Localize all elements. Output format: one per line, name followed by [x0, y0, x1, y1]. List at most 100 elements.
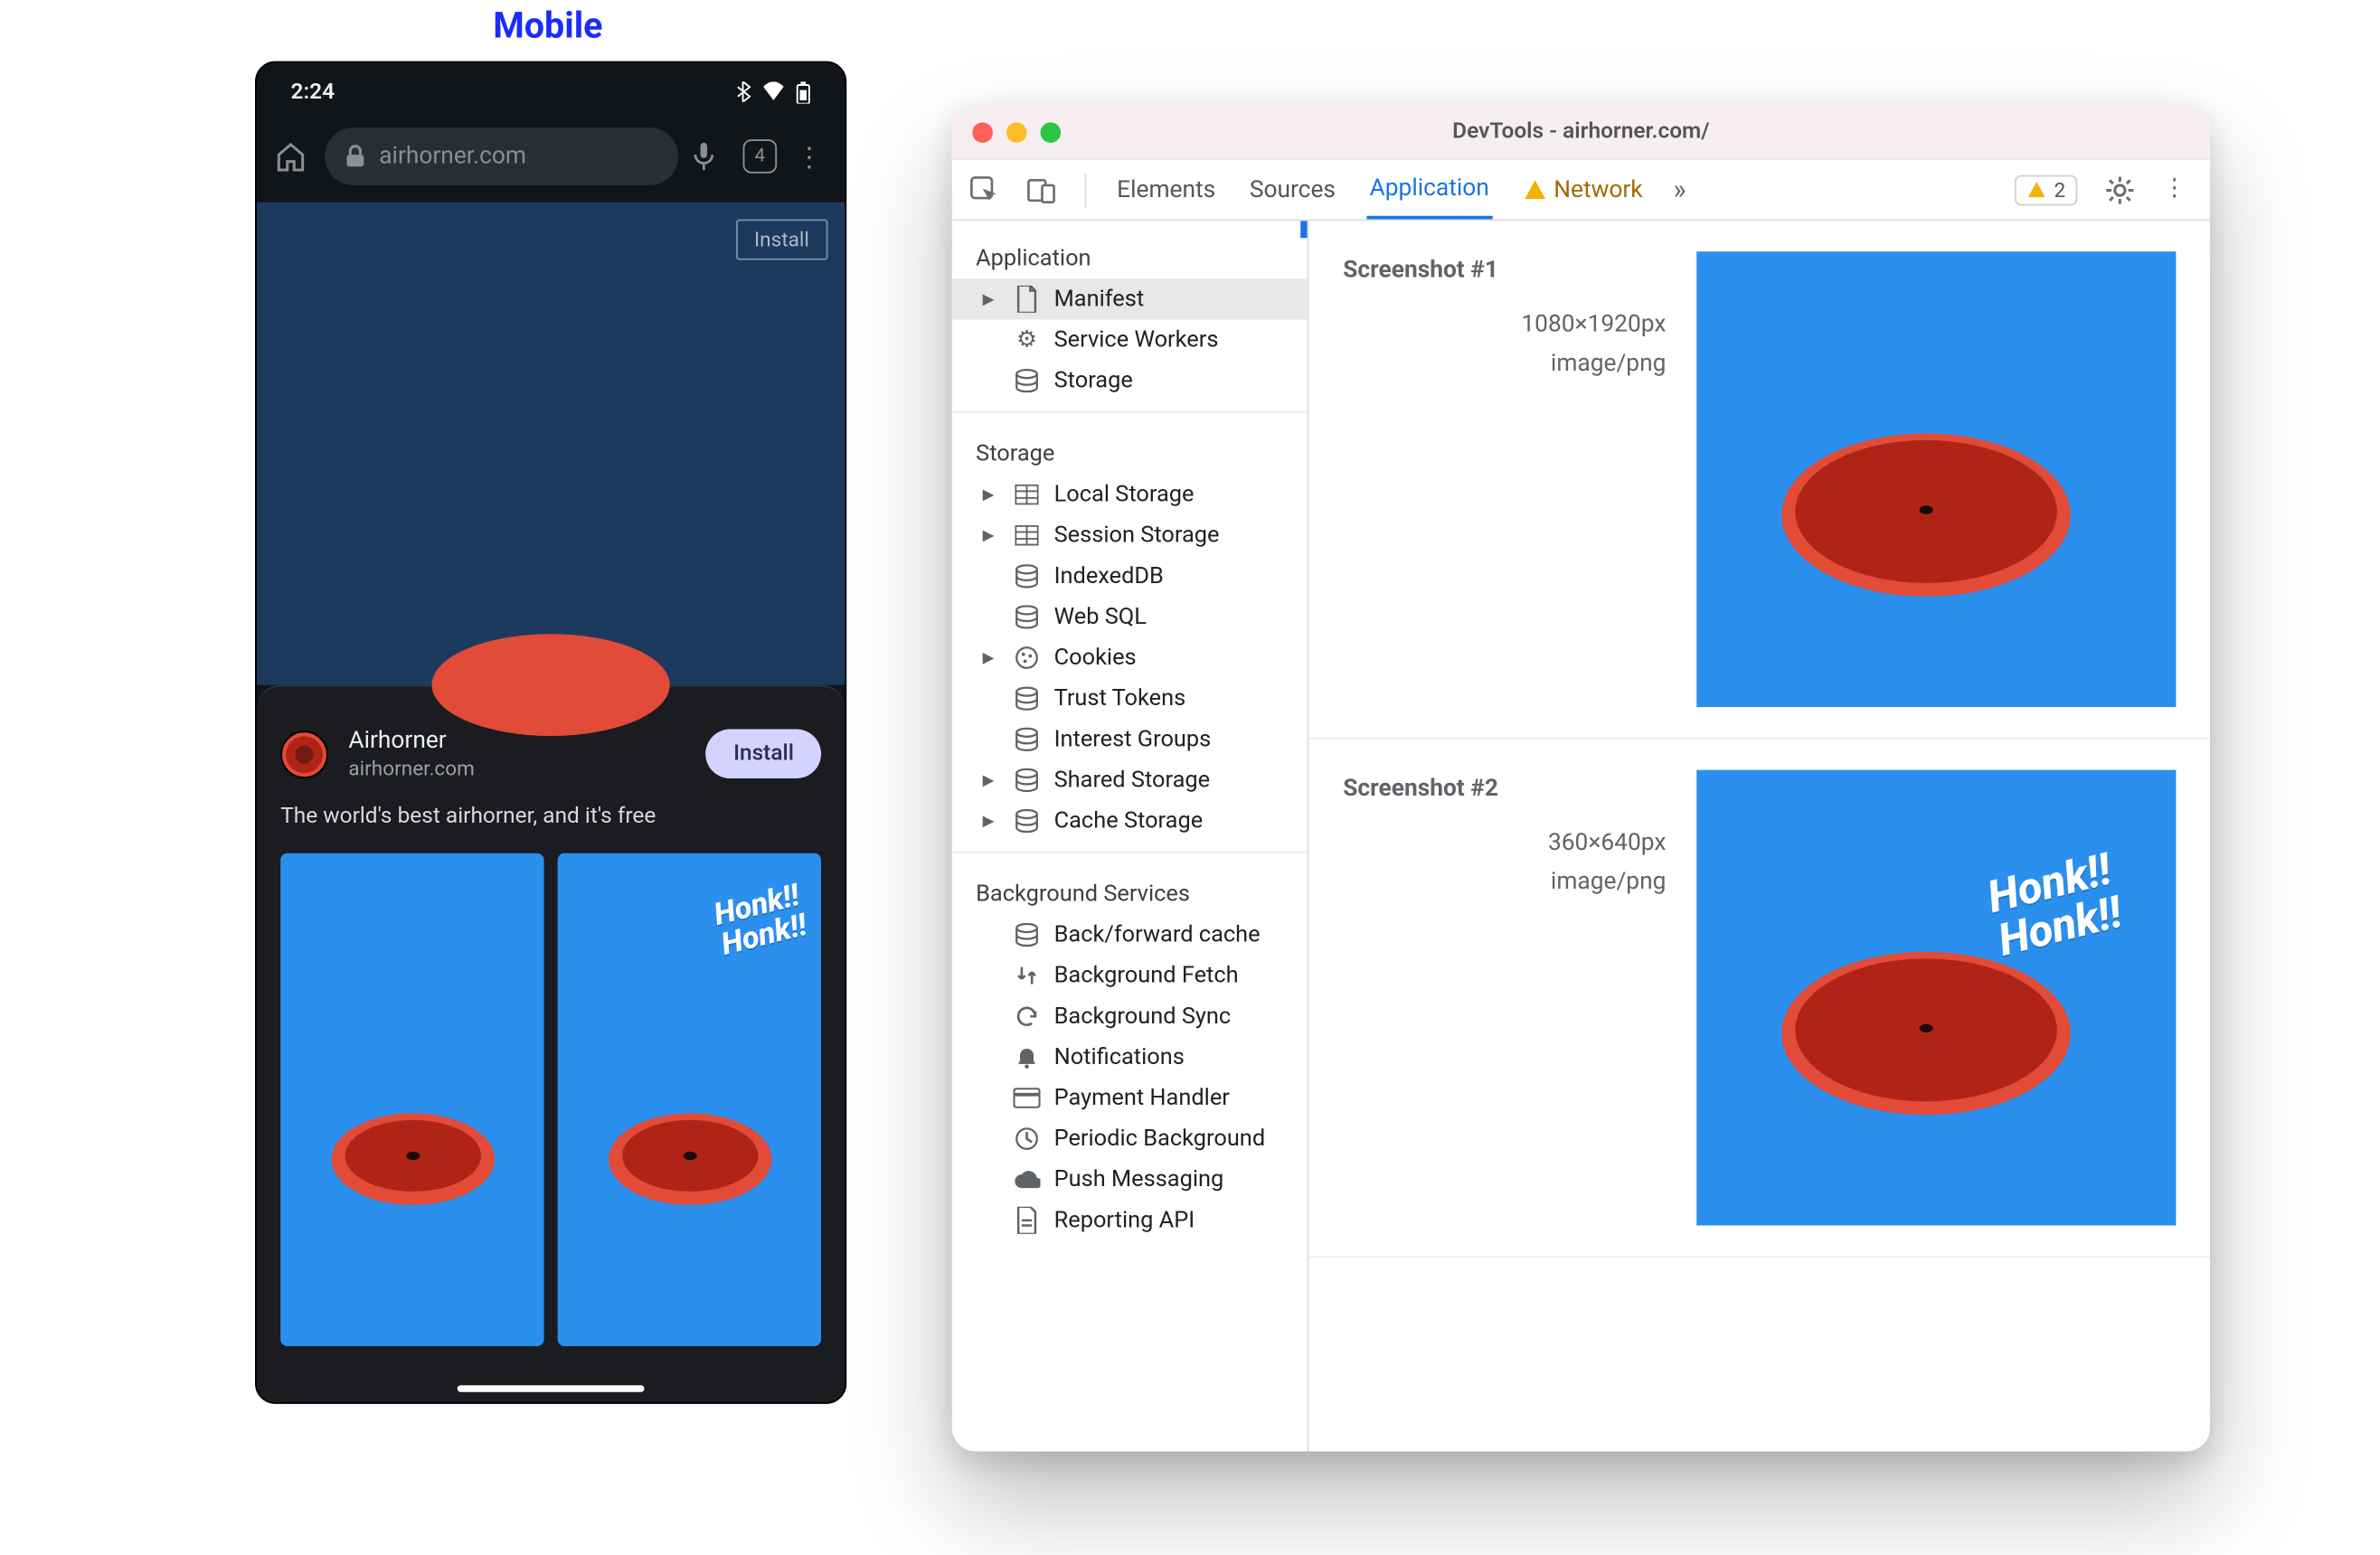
install-button[interactable]: Install	[706, 730, 821, 779]
devtools-window: DevTools - airhorner.com/ Elements Sourc…	[952, 106, 2210, 1452]
status-time: 2:24	[290, 79, 335, 104]
screenshot-mime: image/png	[1343, 344, 1666, 382]
tab-network[interactable]: Network	[1520, 163, 1647, 217]
screenshot-row-2: Screenshot #2 360×640px image/png Honk!!…	[1309, 740, 2210, 1258]
database-icon	[1013, 685, 1040, 712]
sync-icon	[1013, 1003, 1040, 1030]
item-shared-storage[interactable]: ▸Shared Storage	[952, 759, 1308, 800]
cloud-icon	[1013, 1166, 1040, 1193]
file-icon	[1013, 286, 1040, 313]
screenshot-title: Screenshot #2	[1343, 770, 1666, 808]
honk-text: Honk!! Honk!!	[712, 881, 810, 962]
item-periodic-sync[interactable]: ▸Periodic Background	[952, 1118, 1308, 1159]
item-bfcache[interactable]: ▸Back/forward cache	[952, 914, 1308, 955]
database-icon	[1013, 921, 1040, 948]
install-sheet: Airhorner airhorner.com Install The worl…	[257, 685, 845, 1404]
item-storage[interactable]: ▸Storage	[952, 361, 1308, 401]
item-reporting[interactable]: ▸Reporting API	[952, 1200, 1308, 1240]
phone-frame: 2:24 airhorner.com	[255, 61, 846, 1404]
url-bar[interactable]: airhorner.com	[325, 127, 678, 185]
app-icon	[280, 730, 328, 778]
screenshot-dims: 1080×1920px	[1343, 306, 1666, 344]
tab-sources[interactable]: Sources	[1246, 163, 1339, 217]
item-bg-sync[interactable]: ▸Background Sync	[952, 996, 1308, 1037]
airhorn-graphic	[331, 1113, 494, 1205]
item-manifest[interactable]: ▸Manifest	[952, 278, 1308, 319]
item-session-storage[interactable]: ▸Session Storage	[952, 515, 1308, 556]
airhorn-graphic	[1782, 434, 2072, 597]
more-tabs-icon[interactable]: »	[1673, 174, 1686, 206]
inspect-icon[interactable]	[969, 174, 1000, 205]
status-icons	[734, 80, 811, 102]
clock-icon	[1013, 1126, 1040, 1153]
item-local-storage[interactable]: ▸Local Storage	[952, 475, 1308, 515]
devtools-tabbar: Elements Sources Application Network » 2…	[952, 160, 2210, 221]
airhorn-graphic	[1782, 953, 2072, 1116]
screenshot-preview-2: Honk!! Honk!!	[1696, 770, 2176, 1226]
database-icon	[1013, 603, 1040, 630]
home-icon[interactable]	[274, 139, 311, 174]
item-interest-groups[interactable]: ▸Interest Groups	[952, 719, 1308, 759]
airhorn-graphic	[608, 1113, 770, 1205]
screenshot-thumb-2[interactable]: Honk!! Honk!!	[558, 853, 821, 1346]
tab-application[interactable]: Application	[1366, 161, 1493, 219]
screenshot-thumb-1[interactable]	[280, 853, 543, 1346]
app-description: The world's best airhorner, and it's fre…	[280, 805, 821, 830]
group-background-services: Background Services	[952, 863, 1308, 914]
kebab-menu-icon[interactable]: ⋮	[2162, 174, 2193, 205]
table-icon	[1013, 522, 1040, 549]
honk-text: Honk!! Honk!!	[1984, 848, 2127, 964]
item-trust-tokens[interactable]: ▸Trust Tokens	[952, 678, 1308, 719]
gesture-bar	[458, 1385, 645, 1392]
lock-icon	[345, 145, 366, 168]
fetch-icon	[1013, 962, 1040, 989]
manifest-content: Screenshot #1 1080×1920px image/png Scre…	[1309, 221, 2210, 1451]
wifi-icon	[761, 80, 785, 102]
group-storage: Storage	[952, 423, 1308, 474]
storage-icon	[1013, 367, 1040, 394]
url-text: airhorner.com	[379, 143, 526, 170]
gear-icon: ⚙	[1013, 326, 1040, 353]
item-indexeddb[interactable]: ▸IndexedDB	[952, 556, 1308, 597]
app-domain: airhorner.com	[348, 756, 685, 780]
screenshot-row-1: Screenshot #1 1080×1920px image/png	[1309, 221, 2210, 739]
bluetooth-icon	[734, 80, 751, 102]
item-push[interactable]: ▸Push Messaging	[952, 1159, 1308, 1200]
mic-icon[interactable]	[692, 141, 729, 172]
status-bar: 2:24	[257, 63, 845, 121]
issues-badge[interactable]: 2	[2015, 174, 2077, 205]
tabs-count[interactable]: 4	[743, 139, 778, 174]
file-icon	[1013, 1207, 1040, 1234]
item-payment-handler[interactable]: ▸Payment Handler	[952, 1078, 1308, 1118]
screenshot-preview-1	[1696, 251, 2176, 707]
airhorn-graphic-peek	[432, 634, 670, 736]
database-icon	[1013, 562, 1040, 589]
settings-icon[interactable]	[2104, 174, 2135, 205]
item-cache-storage[interactable]: ▸Cache Storage	[952, 800, 1308, 841]
item-notifications[interactable]: ▸Notifications	[952, 1037, 1308, 1078]
install-button-banner[interactable]: Install	[735, 220, 827, 260]
bell-icon	[1013, 1043, 1040, 1070]
screenshot-mime: image/png	[1343, 863, 1666, 901]
database-icon	[1013, 767, 1040, 794]
group-application: Application	[952, 228, 1308, 278]
window-title: DevTools - airhorner.com/	[952, 119, 2210, 145]
battery-icon	[796, 80, 811, 102]
overflow-menu-icon[interactable]: ⋮	[790, 140, 827, 173]
browser-toolbar: airhorner.com 4 ⋮	[257, 120, 845, 202]
item-cookies[interactable]: ▸Cookies	[952, 637, 1308, 678]
screenshot-title: Screenshot #1	[1343, 251, 1666, 289]
item-bg-fetch[interactable]: ▸Background Fetch	[952, 956, 1308, 996]
database-icon	[1013, 726, 1040, 753]
screenshot-dims: 360×640px	[1343, 825, 1666, 863]
table-icon	[1013, 481, 1040, 508]
page-viewport: Install	[257, 203, 845, 685]
item-service-workers[interactable]: ▸⚙Service Workers	[952, 319, 1308, 360]
item-websql[interactable]: ▸Web SQL	[952, 597, 1308, 637]
device-toggle-icon[interactable]	[1027, 174, 1058, 205]
tab-elements[interactable]: Elements	[1113, 163, 1219, 217]
card-icon	[1013, 1084, 1040, 1111]
cookie-icon	[1013, 645, 1040, 672]
application-sidebar: Application ▸Manifest ▸⚙Service Workers …	[952, 221, 1309, 1451]
database-icon	[1013, 807, 1040, 834]
